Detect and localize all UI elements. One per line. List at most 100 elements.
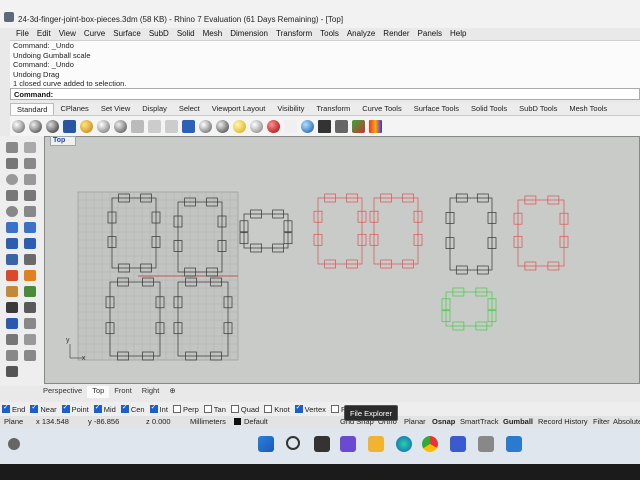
osnap-checkbox[interactable] <box>203 405 212 413</box>
dimension-icon[interactable] <box>6 302 18 313</box>
tab-visibility[interactable]: Visibility <box>271 103 310 115</box>
arc-icon[interactable] <box>24 174 36 185</box>
osnap-button[interactable]: Osnap <box>432 417 455 426</box>
light-icon[interactable] <box>233 119 246 133</box>
text-icon[interactable] <box>6 318 18 329</box>
app-c-icon[interactable] <box>450 436 466 452</box>
osnap-checkbox[interactable] <box>61 403 70 413</box>
sphere-icon[interactable] <box>114 119 127 133</box>
rectangle-icon[interactable] <box>6 190 18 201</box>
polygon-icon[interactable] <box>24 190 36 201</box>
transform-icon[interactable] <box>24 270 36 281</box>
taskbar-power-icon[interactable] <box>8 438 20 450</box>
tab-top[interactable]: Top <box>87 386 110 398</box>
menu-help[interactable]: Help <box>446 28 470 40</box>
sphere-icon[interactable] <box>29 119 42 133</box>
search-icon[interactable] <box>286 436 300 450</box>
menu-analyze[interactable]: Analyze <box>343 28 379 40</box>
osnap-perp[interactable]: Perp <box>172 405 199 414</box>
box-icon[interactable] <box>24 206 36 217</box>
chat-icon[interactable] <box>340 436 356 452</box>
tab-solid-tools[interactable]: Solid Tools <box>465 103 513 115</box>
gumball-button[interactable]: Gumball <box>503 417 533 426</box>
menu-file[interactable]: File <box>12 28 33 40</box>
cplane-label[interactable]: Plane <box>4 417 23 426</box>
close-icon[interactable] <box>284 119 297 133</box>
tab-viewport-layout[interactable]: Viewport Layout <box>206 103 272 115</box>
tool-icon[interactable] <box>24 350 36 361</box>
tab-display[interactable]: Display <box>136 103 173 115</box>
lock-icon[interactable] <box>165 119 178 133</box>
ellipse-icon[interactable] <box>6 206 18 217</box>
analyze-icon[interactable] <box>24 286 36 297</box>
photos-icon[interactable] <box>506 436 522 452</box>
osnap-tan[interactable]: Tan <box>203 405 226 414</box>
lock-icon[interactable] <box>148 119 161 133</box>
curve-icon[interactable] <box>24 158 36 169</box>
osnap-mid[interactable]: Mid <box>93 403 116 414</box>
layers-icon[interactable] <box>182 119 195 133</box>
menu-tools[interactable]: Tools <box>316 28 343 40</box>
menu-transform[interactable]: Transform <box>272 28 316 40</box>
task-view-icon[interactable] <box>314 436 330 452</box>
cylinder-icon[interactable] <box>24 238 36 249</box>
osnap-near[interactable]: Near <box>30 403 57 414</box>
surface-icon[interactable] <box>24 222 36 233</box>
osnap-checkbox[interactable] <box>2 403 10 413</box>
osnap-end[interactable]: End <box>2 403 25 414</box>
osnap-checkbox[interactable] <box>149 403 158 413</box>
sphere-icon[interactable] <box>216 119 229 133</box>
menu-dimension[interactable]: Dimension <box>226 28 272 40</box>
tab-transform[interactable]: Transform <box>310 103 356 115</box>
rhino-taskbar-icon[interactable] <box>478 436 494 452</box>
osnap-checkbox[interactable] <box>330 405 339 413</box>
tab-mesh-tools[interactable]: Mesh Tools <box>563 103 613 115</box>
osnap-checkbox[interactable] <box>230 405 239 413</box>
monitor-icon[interactable] <box>318 119 331 133</box>
gold-sphere-icon[interactable] <box>80 119 93 133</box>
sphere-icon[interactable] <box>199 119 212 133</box>
osnap-int[interactable]: Int <box>149 403 168 414</box>
osnap-checkbox[interactable] <box>294 403 303 413</box>
tab-perspective[interactable]: Perspective <box>38 386 87 398</box>
tab-surface-tools[interactable]: Surface Tools <box>408 103 465 115</box>
tool-icon[interactable] <box>6 366 18 377</box>
color-sphere-icon[interactable] <box>267 119 280 133</box>
command-history[interactable]: Command: _Undo Undoing Gumball scale Com… <box>10 40 640 89</box>
osnap-knot[interactable]: Knot <box>264 405 290 414</box>
sphere-icon[interactable] <box>46 119 59 133</box>
display-mode-icon[interactable] <box>63 119 76 133</box>
osnap-vertex[interactable]: Vertex <box>294 403 326 414</box>
sphere-icon[interactable] <box>12 119 25 133</box>
circle-icon[interactable] <box>6 174 18 185</box>
absolute-button[interactable]: Absolute <box>613 417 640 426</box>
sphere-icon[interactable] <box>250 119 263 133</box>
transform-icon[interactable] <box>6 270 18 281</box>
command-input[interactable]: Command: <box>10 88 640 100</box>
tab-select[interactable]: Select <box>173 103 206 115</box>
point-icon[interactable] <box>24 142 36 153</box>
tool-icon[interactable] <box>6 350 18 361</box>
layer-label[interactable]: Default <box>244 417 268 426</box>
dimension-icon[interactable] <box>24 302 36 313</box>
edge-icon[interactable] <box>396 436 412 452</box>
menu-surface[interactable]: Surface <box>109 28 145 40</box>
render-icon[interactable] <box>335 119 348 133</box>
tab-curve-tools[interactable]: Curve Tools <box>356 103 407 115</box>
osnap-checkbox[interactable] <box>264 405 273 413</box>
tab-standard[interactable]: Standard <box>10 103 55 115</box>
tab-cplanes[interactable]: CPlanes <box>54 103 94 115</box>
block-icon[interactable] <box>6 334 18 345</box>
osnap-checkbox[interactable] <box>172 405 181 413</box>
analyze-icon[interactable] <box>6 286 18 297</box>
polyline-icon[interactable] <box>6 158 18 169</box>
units-label[interactable]: Millimeters <box>190 417 226 426</box>
filter-button[interactable]: Filter <box>593 417 610 426</box>
tab-set-view[interactable]: Set View <box>95 103 136 115</box>
start-icon[interactable] <box>258 436 274 452</box>
chrome-icon[interactable] <box>422 436 438 452</box>
smarttrack-button[interactable]: SmartTrack <box>460 417 498 426</box>
mesh-icon[interactable] <box>6 254 18 265</box>
mesh-icon[interactable] <box>131 119 144 133</box>
osnap-quad[interactable]: Quad <box>230 405 259 414</box>
